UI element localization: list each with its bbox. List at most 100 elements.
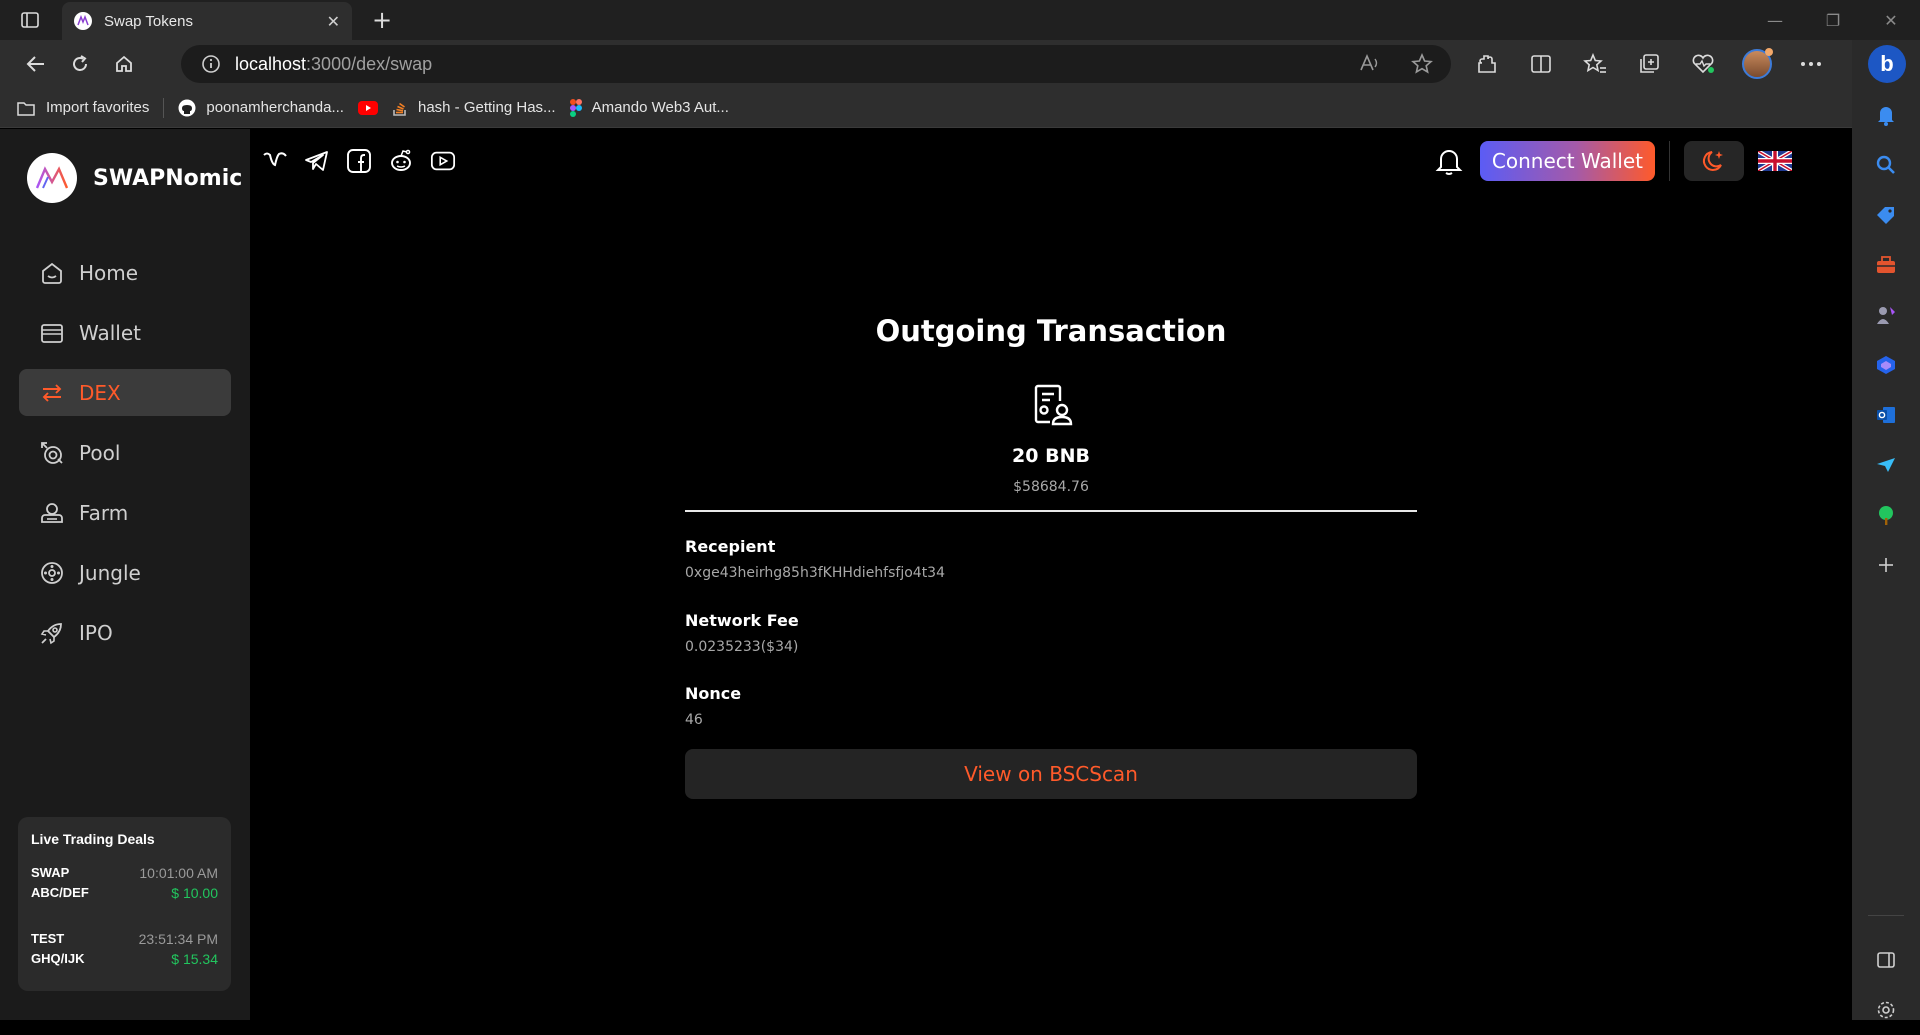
- collections-icon[interactable]: [1632, 47, 1666, 81]
- tab-title: Swap Tokens: [104, 12, 193, 30]
- sidebar-item-dex[interactable]: DEX: [19, 369, 231, 416]
- farm-icon: [41, 502, 63, 523]
- performance-heart-icon[interactable]: [1686, 47, 1720, 81]
- deal-time: 10:01:00 AM: [139, 865, 218, 881]
- deal-type: TEST: [31, 931, 65, 946]
- stackoverflow-icon: [393, 102, 406, 116]
- home-button[interactable]: [102, 46, 146, 82]
- tools-toolbox-icon[interactable]: [1852, 240, 1920, 290]
- youtube-link-icon[interactable]: [430, 148, 456, 174]
- favorite-github[interactable]: poonamherchanda...: [178, 99, 344, 117]
- sidebar-item-farm[interactable]: Farm: [19, 489, 231, 536]
- nonce-value: 46: [685, 712, 703, 728]
- telegram-link-icon[interactable]: [304, 148, 330, 174]
- sidebar-item-ipo[interactable]: IPO: [19, 609, 231, 656]
- favorites-icon[interactable]: [1578, 47, 1612, 81]
- tab-actions-icon[interactable]: [0, 0, 60, 40]
- favorite-label: Import favorites: [46, 99, 150, 116]
- deal-row[interactable]: TEST GHQ/IJK 23:51:34 PM $ 15.34: [31, 929, 218, 969]
- recipient-label: Recepient: [685, 537, 776, 556]
- deal-pair: ABC/DEF: [31, 885, 89, 900]
- back-button[interactable]: [14, 46, 58, 82]
- favorite-label: Amando Web3 Aut...: [591, 99, 729, 116]
- transaction-usd-value: $58684.76: [1013, 479, 1089, 495]
- sidebar-item-jungle[interactable]: Jungle: [19, 549, 231, 596]
- search-icon[interactable]: [1852, 140, 1920, 190]
- deal-time: 23:51:34 PM: [138, 931, 218, 947]
- header-divider: [1669, 141, 1670, 181]
- favorite-star-icon[interactable]: [1411, 53, 1433, 75]
- outlook-icon[interactable]: [1852, 390, 1920, 440]
- figma-icon: [569, 98, 582, 117]
- sidebar-item-label: DEX: [79, 380, 121, 405]
- microsoft-365-icon[interactable]: [1852, 340, 1920, 390]
- hide-sidebar-icon[interactable]: [1852, 935, 1920, 985]
- add-sidebar-app-icon[interactable]: [1852, 540, 1920, 590]
- live-deals-title: Live Trading Deals: [31, 831, 155, 847]
- deal-price: $ 15.34: [171, 951, 218, 967]
- restore-icon[interactable]: ❐: [1804, 0, 1862, 40]
- extensions-icon[interactable]: [1470, 47, 1504, 81]
- swapnomic-logo-icon: [27, 153, 77, 203]
- settings-gear-icon[interactable]: [1852, 985, 1920, 1035]
- transaction-amount: 20 BNB: [1012, 445, 1090, 467]
- edge-sidebar: [1852, 40, 1920, 1020]
- app-root: SWAPNomic Home Wallet DEX Pool Farm Jung…: [0, 129, 1852, 1020]
- header-actions: Connect Wallet: [1432, 141, 1792, 181]
- network-fee-value: 0.0235233($34): [685, 639, 799, 655]
- main-menu: Home Wallet DEX Pool Farm Jungle IPO: [19, 249, 231, 669]
- sidebar-item-wallet[interactable]: Wallet: [19, 309, 231, 356]
- send-plane-icon[interactable]: [1852, 440, 1920, 490]
- folder-import-icon: [17, 101, 35, 116]
- reddit-link-icon[interactable]: [388, 148, 414, 174]
- shopping-tag-icon[interactable]: [1852, 190, 1920, 240]
- tree-app-icon[interactable]: [1852, 490, 1920, 540]
- medium-link-icon[interactable]: [262, 148, 288, 174]
- connect-wallet-button[interactable]: Connect Wallet: [1479, 141, 1655, 181]
- sidebar-item-home[interactable]: Home: [19, 249, 231, 296]
- browser-tab[interactable]: Swap Tokens ✕: [62, 2, 352, 40]
- moon-icon: [1702, 151, 1723, 171]
- tab-close-icon[interactable]: ✕: [327, 12, 340, 31]
- close-window-icon[interactable]: ✕: [1862, 0, 1920, 40]
- theme-toggle-button[interactable]: [1684, 141, 1744, 181]
- minimize-icon[interactable]: —: [1746, 0, 1804, 40]
- favorite-label: poonamherchanda...: [206, 99, 344, 116]
- new-tab-button[interactable]: +: [368, 6, 396, 34]
- sidebar-item-pool[interactable]: Pool: [19, 429, 231, 476]
- page-title: Outgoing Transaction: [875, 314, 1227, 348]
- deal-row[interactable]: SWAP ABC/DEF 10:01:00 AM $ 10.00: [31, 863, 218, 903]
- swapnomic-favicon-icon: [74, 12, 92, 30]
- recipient-address: 0xge43heirhg85h3fKHHdiehfsfjo4t34: [685, 565, 945, 581]
- notifications-bell-icon[interactable]: [1432, 144, 1466, 178]
- sidebar-item-label: Farm: [79, 500, 129, 525]
- brand-logo[interactable]: SWAPNomic: [27, 153, 242, 203]
- favorite-figma[interactable]: Amando Web3 Aut...: [569, 98, 729, 117]
- favorite-youtube[interactable]: [357, 100, 378, 115]
- favorite-stackoverflow[interactable]: hash - Getting Has...: [392, 99, 556, 117]
- swap-arrows-icon: [42, 383, 62, 402]
- favorite-import[interactable]: Import favorites: [16, 99, 149, 117]
- favorites-bar: Import favorites poonamherchanda... hash…: [0, 88, 1852, 128]
- address-bar[interactable]: localhost:3000/dex/swap: [181, 45, 1451, 83]
- home-icon: [42, 262, 62, 284]
- games-icon[interactable]: [1852, 290, 1920, 340]
- read-aloud-icon[interactable]: [1359, 53, 1381, 75]
- view-on-bscscan-button[interactable]: View on BSCScan: [685, 749, 1417, 799]
- more-options-icon[interactable]: [1794, 47, 1828, 81]
- deal-pair: GHQ/IJK: [31, 951, 85, 966]
- url-text: localhost:3000/dex/swap: [235, 53, 433, 74]
- bing-copilot-icon[interactable]: b: [1868, 45, 1906, 83]
- uk-flag-icon[interactable]: [1758, 151, 1792, 171]
- browser-tab-bar: Swap Tokens ✕ + — ❐ ✕: [0, 0, 1920, 40]
- nonce-label: Nonce: [685, 684, 742, 703]
- transaction-receipt-icon: [1030, 383, 1074, 427]
- network-fee-label: Network Fee: [685, 611, 799, 630]
- facebook-link-icon[interactable]: [346, 148, 372, 174]
- wallet-icon: [41, 323, 63, 343]
- notification-bell-icon[interactable]: [1852, 90, 1920, 140]
- refresh-button[interactable]: [58, 46, 102, 82]
- site-info-icon[interactable]: [201, 54, 221, 74]
- split-screen-icon[interactable]: [1524, 47, 1558, 81]
- profile-avatar[interactable]: [1740, 47, 1774, 81]
